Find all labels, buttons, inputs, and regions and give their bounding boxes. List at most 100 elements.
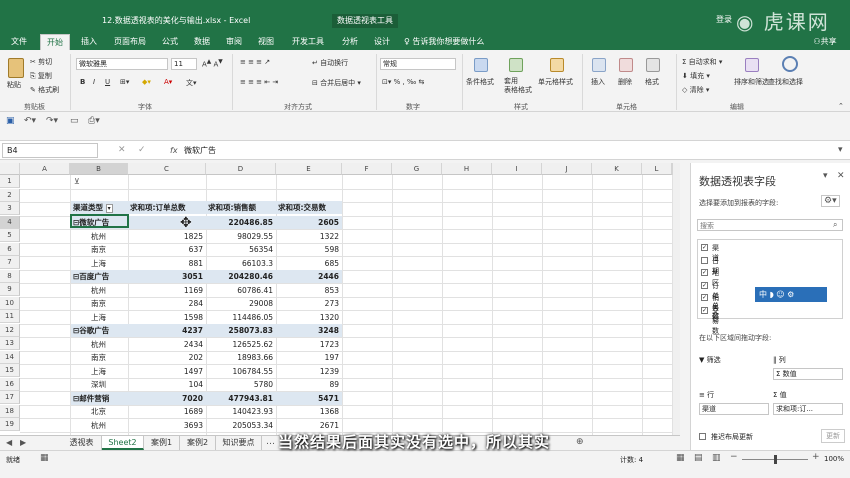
name-box[interactable]: B4 xyxy=(2,143,98,158)
pivot-value-cell[interactable]: 284 xyxy=(128,297,206,310)
wrap-text-button[interactable]: ↵ 自动换行 xyxy=(312,58,348,68)
pivot-value-cell[interactable]: 258073.83 xyxy=(206,324,276,337)
grow-font-icon[interactable]: A▲ A▼ xyxy=(202,59,223,68)
row-header[interactable]: 11 xyxy=(0,310,20,323)
redo-icon[interactable]: ↷▾ xyxy=(46,116,58,126)
col-header-c[interactable]: C xyxy=(128,163,206,175)
row-header[interactable]: 6 xyxy=(0,242,20,256)
col-header-a[interactable]: A xyxy=(20,163,70,175)
row-header[interactable]: 4 xyxy=(0,215,20,229)
pivot-value-cell[interactable]: 1723 xyxy=(276,338,342,351)
pivot-value-cell[interactable]: 89 xyxy=(276,378,342,391)
page-layout-view-icon[interactable]: ▤ xyxy=(694,453,703,463)
pivot-value-cell[interactable]: 1169 xyxy=(128,284,206,297)
undo-icon[interactable]: ↶▾ xyxy=(24,116,36,126)
col-header-j[interactable]: J xyxy=(542,163,592,175)
conditional-format-label[interactable]: 条件格式 xyxy=(466,77,494,87)
tab-view[interactable]: 视图 xyxy=(252,34,280,50)
col-header-l[interactable]: L xyxy=(642,163,672,175)
pivot-group-label[interactable]: ⊟邮件营销 xyxy=(71,391,128,405)
align-left-icon[interactable]: ≡ ≡ ≡ ⇤ ⇥ xyxy=(240,78,278,86)
worksheet-grid[interactable]: A B C D E F G H I J K L 1 2 3 4 5 6 7 8 9 10 11 12 1… xyxy=(0,163,680,435)
pivot-value-cell[interactable]: 140423.93 xyxy=(206,405,276,418)
zoom-in-icon[interactable]: + xyxy=(812,452,820,462)
pivot-value-cell[interactable]: 2446 xyxy=(276,270,342,283)
row-header[interactable]: 8 xyxy=(0,269,20,283)
tab-data[interactable]: 数据 xyxy=(188,34,216,50)
insert-cells-label[interactable]: 插入 xyxy=(591,77,605,87)
tab-review[interactable]: 审阅 xyxy=(220,34,248,50)
pivot-value-cell[interactable]: 2605 xyxy=(276,216,342,229)
row-header[interactable]: 7 xyxy=(0,256,20,269)
pivot-value-cell[interactable]: 3248 xyxy=(276,324,342,337)
pivot-value-cell[interactable]: 2434 xyxy=(128,338,206,351)
format-cells-label[interactable]: 格式 xyxy=(645,77,659,87)
defer-update-checkbox[interactable] xyxy=(699,433,706,440)
enter-icon[interactable]: ✓ xyxy=(138,145,146,155)
align-top-icon[interactable]: ≡ ≡ ≡ ↗ xyxy=(240,58,270,66)
paste-icon[interactable] xyxy=(8,58,24,78)
row-header[interactable]: 10 xyxy=(0,296,20,310)
columns-field-chip[interactable]: Σ 数值 xyxy=(773,368,843,380)
pivot-value-cell[interactable]: 18983.66 xyxy=(206,351,276,364)
field-checkbox[interactable] xyxy=(701,256,708,264)
pane-close-icon[interactable]: ✕ xyxy=(837,171,845,181)
pivot-value-cell[interactable]: 1825 xyxy=(128,230,206,243)
pivot-header-orders[interactable]: 求和项:订单总数 xyxy=(128,201,206,214)
delete-cells-label[interactable]: 删除 xyxy=(618,77,632,87)
add-sheet-icon[interactable]: ⊕ xyxy=(576,437,584,447)
collapse-ribbon-icon[interactable]: ⌃ xyxy=(838,102,844,110)
pivot-row-label[interactable]: 上海 xyxy=(71,257,128,270)
pivot-group-label[interactable]: ⊟谷歌广告 xyxy=(71,324,128,337)
row-header[interactable]: 12 xyxy=(0,323,20,337)
pivot-value-cell[interactable]: 204280.46 xyxy=(206,270,276,283)
pivot-value-cell[interactable]: 637 xyxy=(128,243,206,256)
pivot-row-label[interactable]: 杭州 xyxy=(71,419,128,432)
pivot-value-cell[interactable]: 106784.55 xyxy=(206,365,276,378)
scroll-right-icon[interactable]: ▶ xyxy=(20,438,26,447)
row-header[interactable]: 9 xyxy=(0,283,20,296)
pivot-value-cell[interactable]: 3693 xyxy=(128,419,206,432)
tab-formulas[interactable]: 公式 xyxy=(156,34,184,50)
expand-formula-icon[interactable]: ▾ xyxy=(838,145,843,155)
pivot-value-cell[interactable]: 66103.3 xyxy=(206,257,276,270)
find-select-icon[interactable] xyxy=(782,56,798,72)
sheet-tab[interactable]: 案例1 xyxy=(144,436,180,450)
pivot-value-cell[interactable]: 1368 xyxy=(276,405,342,418)
sheet-tab[interactable]: 知识要点 xyxy=(216,436,262,450)
pivot-value-cell[interactable]: 273 xyxy=(276,297,342,310)
field-checkbox[interactable]: ✓ xyxy=(701,306,708,314)
vertical-scrollbar[interactable] xyxy=(672,163,680,435)
delete-cells-icon[interactable] xyxy=(619,58,633,72)
field-checkbox[interactable]: ✓ xyxy=(701,281,708,289)
pivot-header-transactions[interactable]: 求和项:交易数 xyxy=(276,201,342,214)
pivot-value-cell[interactable]: 3051 xyxy=(128,270,206,283)
pivot-value-cell[interactable]: 5780 xyxy=(206,378,276,391)
pivot-value-cell[interactable]: 853 xyxy=(276,284,342,297)
sort-filter-icon[interactable] xyxy=(745,58,759,72)
table-format-label[interactable]: 套用 表格格式 xyxy=(504,77,532,95)
tab-page-layout[interactable]: 页面布局 xyxy=(108,34,152,50)
pivot-value-cell[interactable]: 881 xyxy=(128,257,206,270)
paste-label[interactable]: 粘贴 xyxy=(7,80,21,90)
col-header-f[interactable]: F xyxy=(342,163,392,175)
tab-design[interactable]: 设计 xyxy=(368,34,396,50)
normal-view-icon[interactable]: ▦ xyxy=(676,453,685,463)
save-icon[interactable]: ▣ xyxy=(6,116,15,126)
login-link[interactable]: 登录 xyxy=(716,14,732,25)
pivot-value-cell[interactable]: 56354 xyxy=(206,243,276,256)
tab-insert[interactable]: 插入 xyxy=(74,34,104,50)
values-field-chip[interactable]: 求和项:订... xyxy=(773,403,843,415)
pivot-row-label[interactable]: 杭州 xyxy=(71,230,128,243)
print-icon[interactable]: ⎙▾ xyxy=(88,116,100,126)
pivot-value-cell[interactable]: 60786.41 xyxy=(206,284,276,297)
row-header[interactable]: 19 xyxy=(0,418,20,431)
row-header[interactable]: 14 xyxy=(0,350,20,364)
col-header-g[interactable]: G xyxy=(392,163,442,175)
cancel-icon[interactable]: ✕ xyxy=(118,145,126,155)
row-header[interactable]: 13 xyxy=(0,337,20,350)
row-header[interactable]: 3 xyxy=(0,202,20,215)
pivot-group-label[interactable]: ⊟百度广告 xyxy=(71,270,128,283)
tab-home[interactable]: 开始 xyxy=(40,34,70,50)
filter-icon[interactable]: ⊻ xyxy=(74,177,80,186)
